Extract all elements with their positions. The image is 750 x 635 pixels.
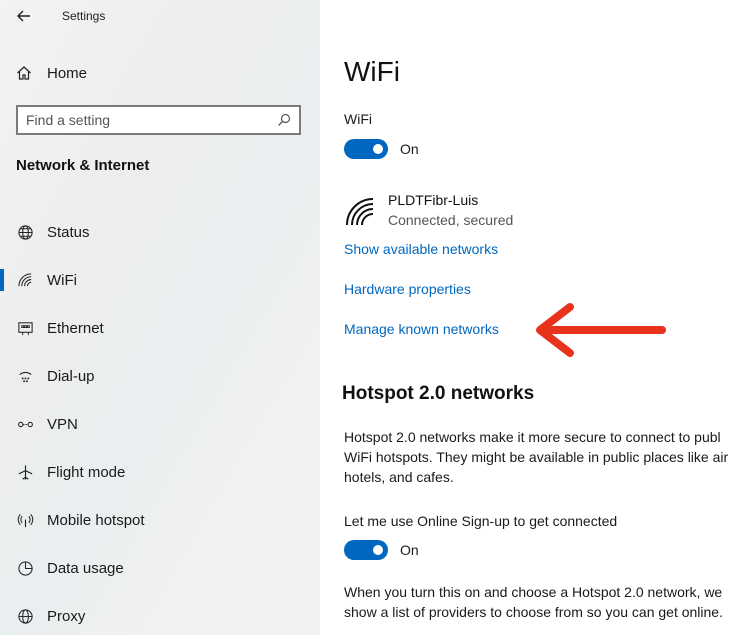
search-box[interactable] <box>16 105 301 135</box>
section-title: Network & Internet <box>16 157 150 174</box>
sidebar-item-label: Mobile hotspot <box>47 511 145 529</box>
sidebar-item-label: Status <box>47 223 90 241</box>
wifi-toggle-row: On <box>344 139 419 159</box>
home-icon <box>17 66 31 80</box>
title-bar: Settings <box>0 0 320 34</box>
annotation-arrow-icon <box>536 303 666 357</box>
home-label: Home <box>47 64 88 82</box>
sidebar-item-flight-mode[interactable]: Flight mode <box>0 448 320 496</box>
signup-toggle-row: On <box>344 540 419 560</box>
sidebar-item-label: Dial-up <box>47 367 95 385</box>
hotspot-icon <box>16 511 34 529</box>
wifi-signal-icon <box>346 198 374 226</box>
sidebar-item-ethernet[interactable]: Ethernet <box>0 304 320 352</box>
footer-line: show a list of providers to choose from … <box>344 604 723 620</box>
nav-list: Status WiFi Ethernet Dial-up VPN Flight … <box>0 208 320 635</box>
hotspot-heading: Hotspot 2.0 networks <box>342 383 535 404</box>
sidebar-item-status[interactable]: Status <box>0 208 320 256</box>
connected-network[interactable]: PLDTFibr-Luis Connected, secured <box>344 192 513 228</box>
globe-icon <box>16 223 34 241</box>
wifi-setting-label: WiFi <box>344 111 372 127</box>
sidebar-item-label: Proxy <box>47 607 86 625</box>
app-title: Settings <box>62 9 106 23</box>
online-signup-label: Let me use Online Sign-up to get connect… <box>344 513 618 529</box>
footer-line: When you turn this on and choose a Hotsp… <box>344 584 723 600</box>
page-title: WiFi <box>344 56 400 87</box>
globe-icon <box>16 607 34 625</box>
description-line: Hotspot 2.0 networks make it more secure… <box>344 429 721 445</box>
sidebar-item-data-usage[interactable]: Data usage <box>0 544 320 592</box>
show-available-networks-link[interactable]: Show available networks <box>344 241 498 257</box>
sidebar-item-proxy[interactable]: Proxy <box>0 592 320 635</box>
airplane-icon <box>16 463 34 481</box>
vpn-icon <box>16 415 34 433</box>
sidebar-item-mobile-hotspot[interactable]: Mobile hotspot <box>0 496 320 544</box>
network-name: PLDTFibr-Luis <box>388 192 479 208</box>
dialup-icon <box>16 367 34 385</box>
network-status: Connected, secured <box>388 212 514 228</box>
sidebar-item-vpn[interactable]: VPN <box>0 400 320 448</box>
search-icon[interactable] <box>277 113 291 127</box>
wifi-toggle-state: On <box>400 141 419 157</box>
home-nav-item[interactable]: Home <box>16 58 87 88</box>
sidebar-item-label: WiFi <box>47 271 77 289</box>
sidebar-item-dial-up[interactable]: Dial-up <box>0 352 320 400</box>
sidebar-item-label: VPN <box>47 415 78 433</box>
signup-toggle-state: On <box>400 542 419 558</box>
signup-footer-text: When you turn this on and choose a Hotsp… <box>344 582 750 622</box>
description-line: WiFi hotspots. They might be available i… <box>344 449 729 465</box>
wifi-icon <box>16 271 34 289</box>
sidebar-item-label: Flight mode <box>47 463 126 481</box>
sidebar-item-label: Data usage <box>47 559 124 577</box>
sidebar-item-wifi[interactable]: WiFi <box>0 256 320 304</box>
ethernet-icon <box>16 319 34 337</box>
sidebar-item-label: Ethernet <box>47 319 104 337</box>
manage-known-networks-link[interactable]: Manage known networks <box>344 321 499 337</box>
sidebar: Settings Home Network & Internet Status … <box>0 0 320 635</box>
back-button[interactable] <box>14 6 34 26</box>
online-signup-toggle[interactable] <box>344 540 388 560</box>
wifi-toggle[interactable] <box>344 139 388 159</box>
back-arrow-icon <box>17 10 30 22</box>
description-line: hotels, and cafes. <box>344 469 454 485</box>
hotspot-description: Hotspot 2.0 networks make it more secure… <box>344 427 750 487</box>
hardware-properties-link[interactable]: Hardware properties <box>344 281 471 297</box>
data-usage-icon <box>16 559 34 577</box>
search-input[interactable] <box>26 112 277 128</box>
